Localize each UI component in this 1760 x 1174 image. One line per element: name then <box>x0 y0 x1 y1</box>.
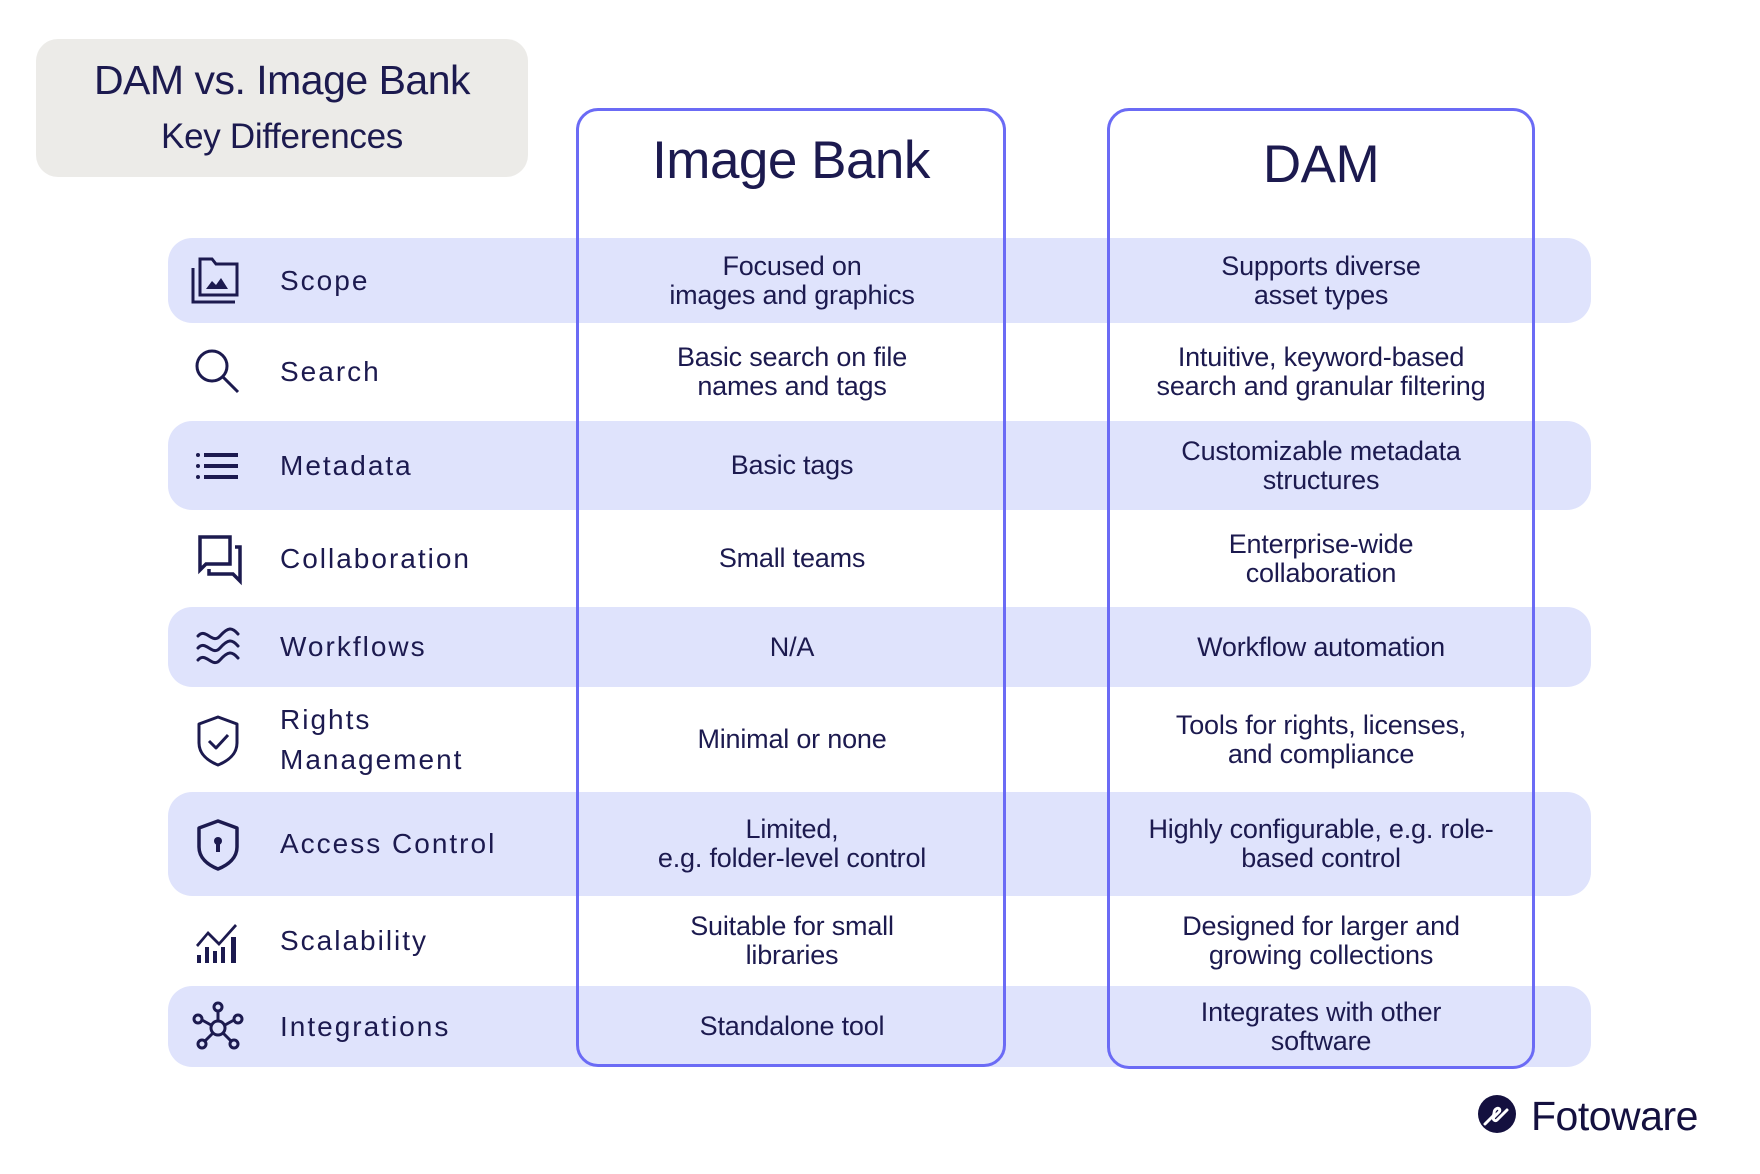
fotoware-logo-icon <box>1477 1094 1517 1139</box>
image-bank-cell: Suitable for small libraries <box>690 911 894 970</box>
network-hub-icon <box>188 997 248 1057</box>
page-title: DAM vs. Image Bank <box>93 57 471 103</box>
image-bank-cell: Focused on images and graphics <box>669 250 915 310</box>
brand-name: Fotoware <box>1531 1092 1698 1139</box>
comparison-row-metadata: Metadata Basic tags Customizable metadat… <box>168 421 1591 510</box>
row-label: Rights Management <box>280 703 464 775</box>
dam-cell: Highly configurable, e.g. role- based co… <box>1148 814 1494 873</box>
comparison-row-scope: Scope Focused on images and graphics Sup… <box>168 238 1591 323</box>
row-label: Scope <box>280 264 370 296</box>
dam-column-header: DAM <box>1262 135 1380 194</box>
shield-keyhole-icon <box>188 814 248 874</box>
image-bank-cell: Basic search on file names and tags <box>676 342 908 401</box>
image-folder-icon <box>188 251 248 311</box>
comparison-row-search: Search Basic search on file names and ta… <box>168 323 1591 421</box>
comparison-row-integrations: Integrations Standalone tool Integrates … <box>168 986 1591 1067</box>
comparison-row-rights-management: Rights Management Minimal or none Tools … <box>168 687 1591 792</box>
fotoware-logo: Fotoware <box>1477 1092 1698 1139</box>
row-label: Collaboration <box>280 542 471 574</box>
image-bank-cell: Standalone tool <box>699 1011 885 1041</box>
dam-cell: Intuitive, keyword-based search and gran… <box>1156 342 1486 401</box>
page-subtitle: Key Differences <box>161 117 403 156</box>
chat-bubbles-icon <box>188 529 248 589</box>
row-label: Integrations <box>280 1010 451 1042</box>
dam-cell: Designed for larger and growing collecti… <box>1182 911 1460 970</box>
comparison-row-scalability: Scalability Suitable for small libraries… <box>168 896 1591 986</box>
image-bank-cell: Small teams <box>718 543 866 573</box>
image-bank-cell: N/A <box>769 631 815 662</box>
growth-chart-icon <box>188 911 248 971</box>
dam-cell: Supports diverse asset types <box>1221 250 1421 310</box>
image-bank-cell: Basic tags <box>730 450 854 480</box>
comparison-row-workflows: Workflows N/A Workflow automation <box>168 607 1591 687</box>
row-label: Metadata <box>280 449 413 481</box>
image-bank-cell: Limited, e.g. folder-level control <box>657 814 927 873</box>
dam-cell: Workflow automation <box>1197 631 1445 662</box>
comparison-row-access-control: Access Control Limited, e.g. folder-leve… <box>168 792 1591 896</box>
list-icon <box>188 436 248 496</box>
dam-cell: Enterprise-wide collaboration <box>1228 528 1414 588</box>
dam-cell: Integrates with other software <box>1200 996 1442 1056</box>
row-label: Access Control <box>280 828 497 859</box>
image-bank-cell: Minimal or none <box>697 724 887 754</box>
dam-cell: Tools for rights, licenses, and complian… <box>1175 709 1467 769</box>
row-label: Scalability <box>280 925 429 956</box>
comparison-row-collaboration: Collaboration Small teams Enterprise-wid… <box>168 510 1591 607</box>
search-icon <box>188 342 248 402</box>
image-bank-column-header: Image Bank <box>652 131 930 190</box>
dam-cell: Customizable metadata structures <box>1181 435 1461 495</box>
waves-icon <box>188 617 248 677</box>
shield-check-icon <box>188 710 248 770</box>
row-label: Search <box>280 356 381 387</box>
row-label: Workflows <box>280 631 427 662</box>
title-card: DAM vs. Image Bank Key Differences <box>36 39 528 177</box>
